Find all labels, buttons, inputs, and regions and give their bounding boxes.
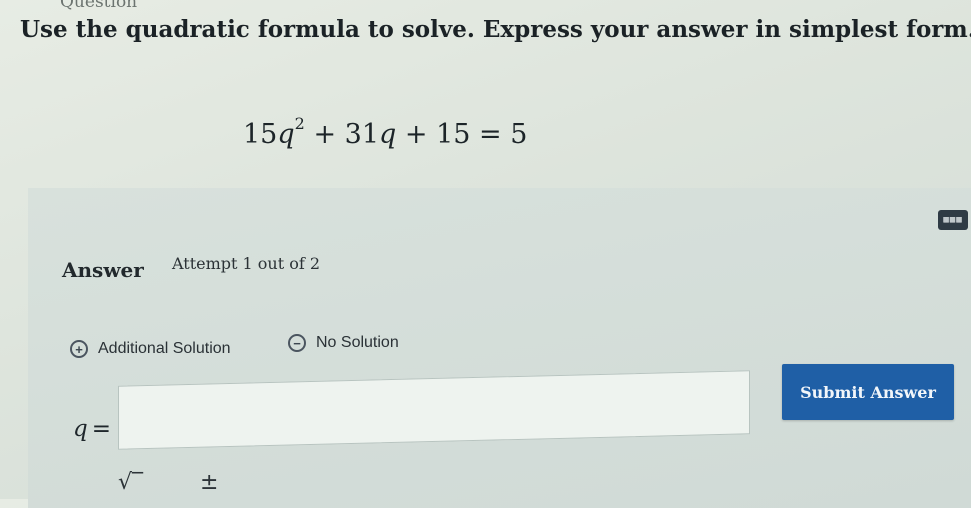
plus-circle-icon: + [70,340,88,358]
section-label: Question [60,0,138,12]
sqrt-icon[interactable]: √‾ [118,470,143,495]
no-solution-label: No Solution [316,334,399,351]
quadratic-equation: 15q2 + 31q + 15 = 5 [243,114,528,150]
answer-label: Answer [62,258,144,282]
answer-equals: = [91,416,112,442]
submit-answer-button[interactable]: Submit Answer [782,364,954,420]
equation-coef-a: 15 [243,119,278,150]
additional-solution-label: Additional Solution [98,340,231,357]
minus-circle-icon: − [288,334,306,352]
attempt-counter: Attempt 1 out of 2 [172,254,321,273]
equation-variable-b: q [379,119,397,150]
keyboard-icon[interactable]: ▦▦▦ [938,210,968,230]
equation-variable: q [277,119,295,150]
answer-variable-label: q = [73,416,111,442]
equation-exponent: 2 [294,114,305,133]
question-instruction: Use the quadratic formula to solve. Expr… [20,16,971,43]
equation-term-b: + 31 [313,119,379,150]
answer-variable: q [73,416,88,442]
plus-minus-icon[interactable]: ± [200,470,218,495]
additional-solution-button[interactable]: + Additional Solution [70,340,231,358]
equation-term-c: + 15 = 5 [404,119,528,150]
no-solution-button[interactable]: − No Solution [288,334,399,352]
